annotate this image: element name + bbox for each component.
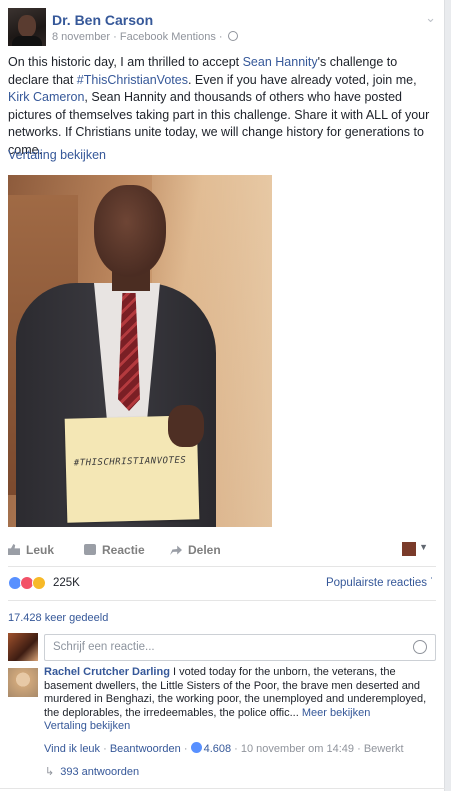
mention-link[interactable]: Kirk Cameron [8, 90, 84, 104]
comment-input[interactable]: Schrijf een reactie... [44, 634, 436, 661]
sort-comments-dropdown[interactable]: Populairste reacties ˙ [326, 577, 434, 589]
current-user-avatar [8, 633, 38, 661]
comment-translate-link[interactable]: Vertaling bekijken [44, 720, 130, 732]
comment-reply-link[interactable]: Beantwoorden [110, 743, 181, 755]
like-label: Leuk [26, 543, 55, 557]
translate-link[interactable]: Vertaling bekijken [8, 148, 106, 162]
comment-time[interactable]: 10 november om 14:49 [241, 743, 354, 755]
reply-arrow-icon: ↳ [45, 766, 55, 778]
comment-icon [84, 544, 96, 555]
comment-composer: Schrijf een reactie... [8, 633, 436, 663]
post-meta: 8 november · Facebook Mentions · [52, 31, 238, 43]
thumbs-up-icon [8, 544, 20, 555]
comment-body: Rachel Crutcher Darling I voted today fo… [44, 666, 436, 734]
view-replies-link[interactable]: ↳ 393 antwoorden [45, 765, 139, 778]
post-card: Dr. Ben Carson 8 november · Facebook Men… [0, 0, 445, 791]
hashtag-link[interactable]: #ThisChristianVotes [77, 73, 188, 87]
comment-placeholder: Schrijf een reactie... [53, 641, 155, 653]
comment-like-link[interactable]: Vind ik leuk [44, 743, 100, 755]
comment-edited[interactable]: Bewerkt [364, 743, 404, 755]
share-count[interactable]: 17.428 keer gedeeld [8, 612, 108, 624]
post-photo[interactable]: #THISCHRISTIANVOTES [8, 175, 272, 527]
haha-reaction-icon[interactable] [32, 576, 46, 590]
divider [0, 788, 445, 789]
post-meta-text: 8 november · Facebook Mentions · [52, 31, 223, 43]
post-text-part: . Even if you have already voted, join m… [187, 72, 417, 87]
emoji-icon[interactable] [413, 640, 427, 654]
chevron-down-icon[interactable]: ⌄ [425, 10, 436, 26]
like-button[interactable]: Leuk [8, 543, 54, 557]
post-header: Dr. Ben Carson 8 november · Facebook Men… [8, 8, 438, 48]
like-bubble-icon [190, 742, 202, 753]
globe-icon [227, 31, 238, 41]
commenter-name[interactable]: Rachel Crutcher Darling [44, 666, 170, 678]
sort-comments-label: Populairste reacties [325, 577, 427, 589]
photo-head [94, 185, 166, 277]
author-name[interactable]: Dr. Ben Carson [52, 12, 153, 28]
post-text: On this historic day, I am thrilled to a… [8, 54, 440, 159]
mention-link[interactable]: Sean Hannity [243, 55, 318, 69]
share-button[interactable]: Delen [170, 543, 221, 557]
comment-button[interactable]: Reactie [84, 543, 145, 557]
share-icon [170, 545, 182, 555]
post-text-part: On this historic day, I am thrilled to a… [8, 55, 243, 69]
page-avatar-selector[interactable] [402, 542, 416, 556]
divider [8, 566, 436, 567]
comment-like-count[interactable]: 4.608 [204, 743, 232, 755]
avatar-suit [12, 36, 42, 46]
commenter-avatar[interactable] [8, 668, 38, 697]
action-bar: Leuk Reactie Delen ▼ [8, 540, 436, 562]
reaction-count[interactable]: 225K [53, 577, 80, 589]
comment-footer: Vind ik leuk · Beantwoorden · 4.608 · 10… [44, 742, 404, 755]
photo-sign-text: #THISCHRISTIANVOTES [73, 455, 187, 469]
avatar-face [18, 15, 36, 37]
caret-down-icon[interactable]: ▼ [419, 542, 428, 552]
author-avatar[interactable] [8, 8, 46, 46]
photo-hand [168, 405, 204, 447]
divider [8, 600, 436, 601]
replies-count: 393 antwoorden [60, 766, 140, 778]
see-more-link[interactable]: Meer bekijken [302, 707, 370, 719]
reactions-row: 225K Populairste reacties ˙ [8, 576, 436, 592]
share-label: Delen [188, 543, 221, 557]
comment-label: Reactie [102, 543, 145, 557]
